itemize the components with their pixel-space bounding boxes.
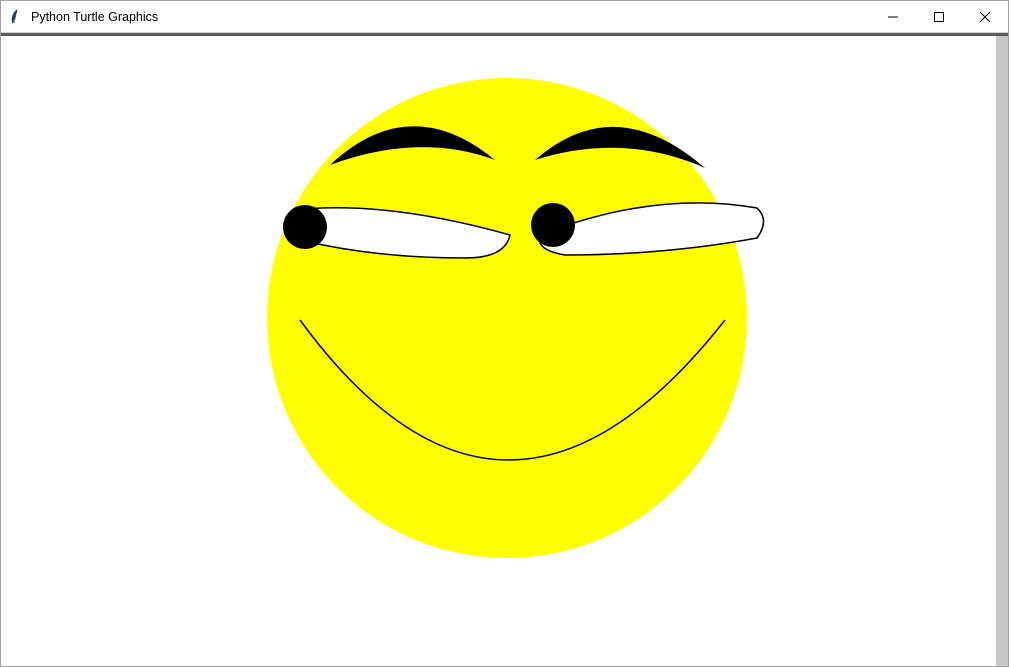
maximize-button[interactable] (916, 1, 962, 32)
maximize-icon (934, 12, 944, 22)
left-pupil (283, 205, 327, 249)
minimize-button[interactable] (870, 1, 916, 32)
close-icon (980, 12, 990, 22)
window-controls (870, 1, 1008, 32)
minimize-icon (888, 12, 898, 22)
right-pupil (531, 203, 575, 247)
app-window: Python Turtle Graphics (0, 0, 1009, 667)
window-title: Python Turtle Graphics (31, 10, 870, 24)
canvas-frame (1, 33, 1008, 666)
turtle-canvas (5, 40, 1004, 662)
python-feather-icon (9, 9, 25, 25)
close-button[interactable] (962, 1, 1008, 32)
turtle-drawing (5, 40, 1005, 666)
scrollbar-gutter (996, 36, 1008, 666)
titlebar: Python Turtle Graphics (1, 1, 1008, 33)
